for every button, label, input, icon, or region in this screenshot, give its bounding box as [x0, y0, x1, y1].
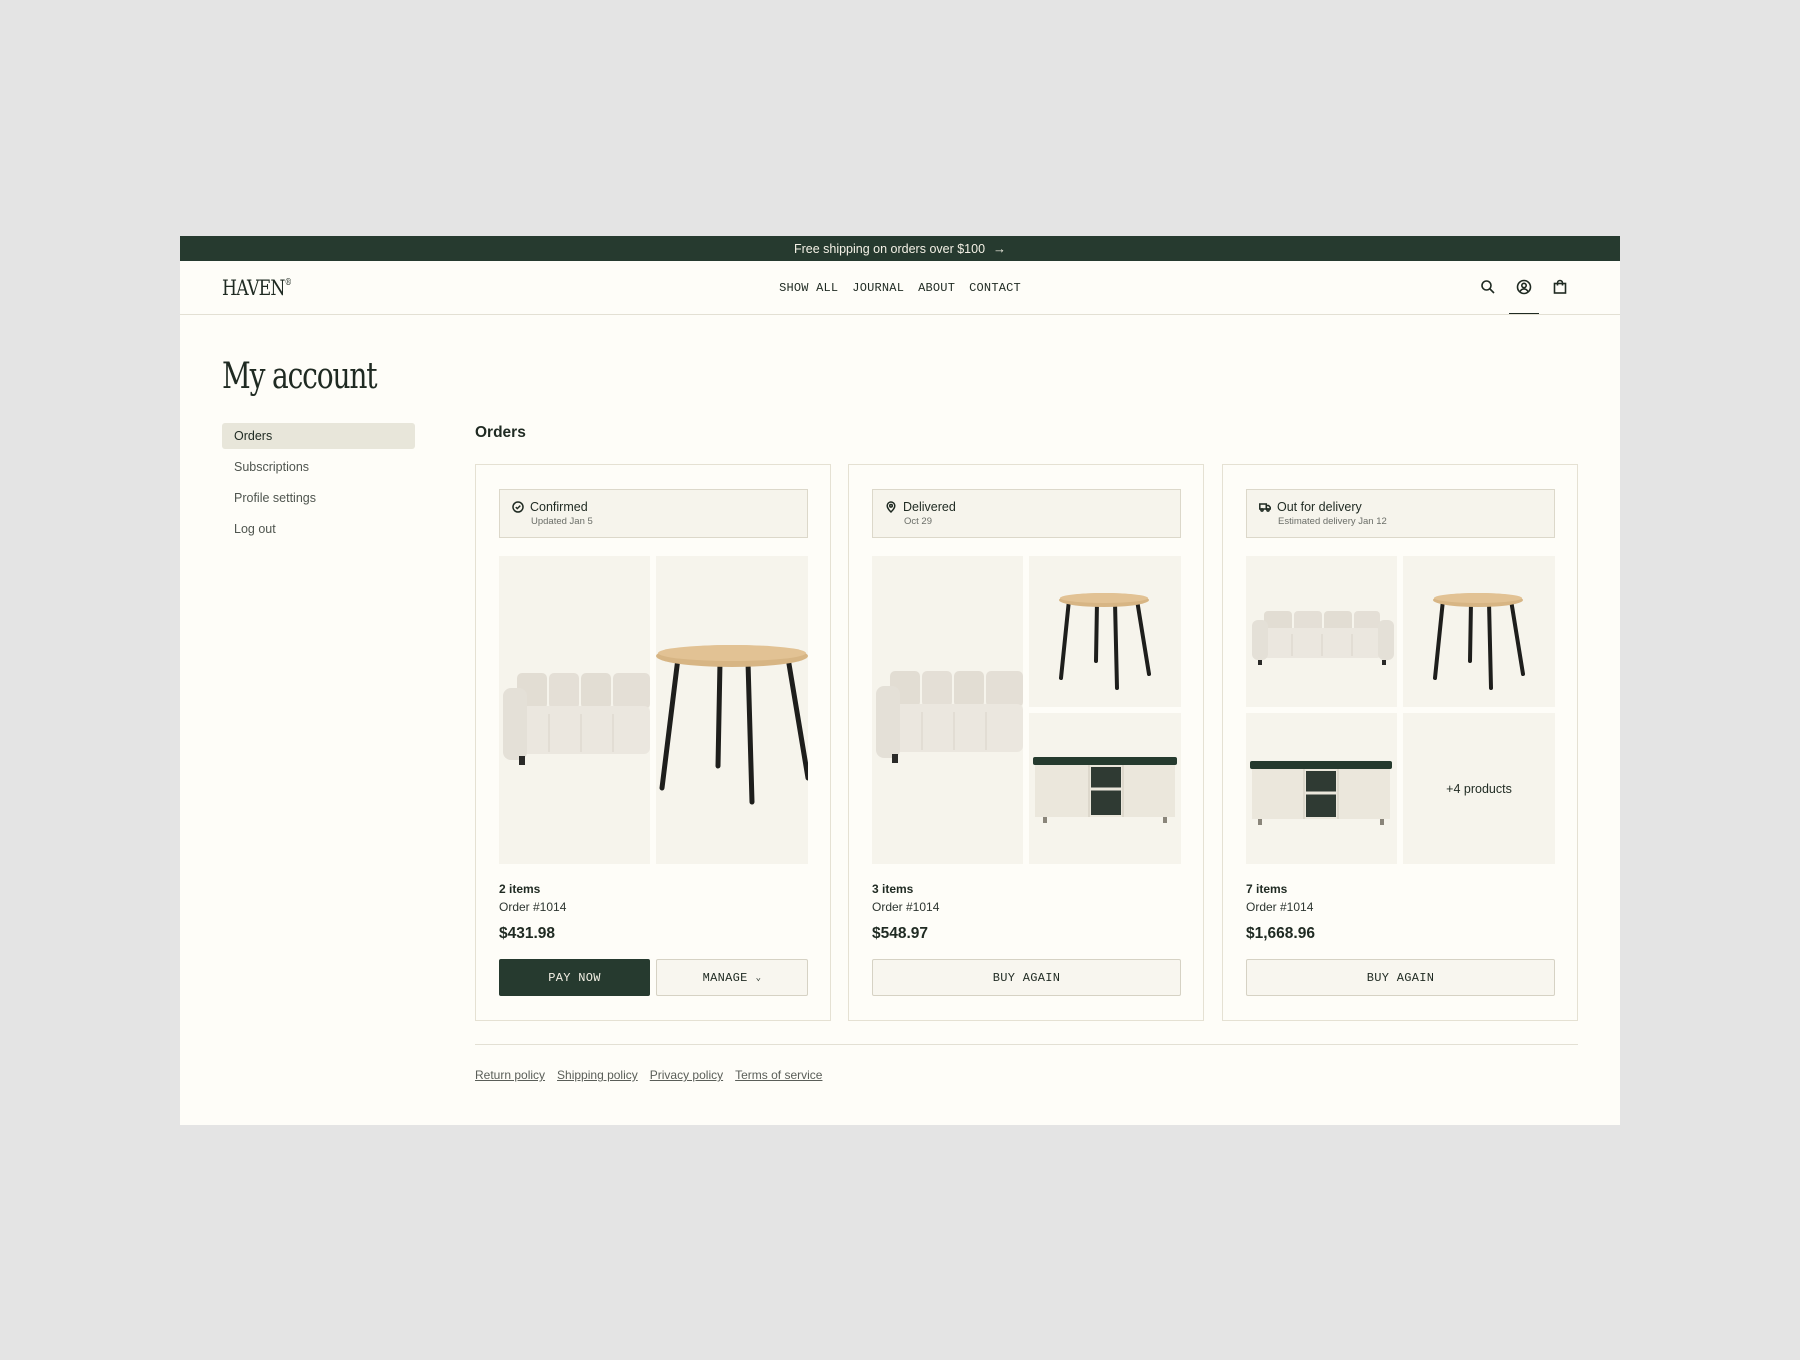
logo-text: HAVEN — [222, 275, 285, 300]
status-date: Updated Jan 5 — [531, 516, 593, 527]
product-image-tv-cabinet[interactable] — [1029, 713, 1181, 864]
product-image-tv-cabinet[interactable] — [1246, 713, 1397, 864]
item-count: 2 items — [499, 882, 541, 896]
order-price: $548.97 — [872, 925, 929, 942]
item-count: 7 items — [1246, 882, 1288, 896]
header-icons — [1478, 277, 1570, 314]
order-status: Delivered Oct 29 — [872, 489, 1181, 538]
item-count: 3 items — [872, 882, 914, 896]
order-status: Confirmed Updated Jan 5 — [499, 489, 808, 538]
logo[interactable]: HAVEN® — [222, 275, 292, 300]
buy-again-label: BUY AGAIN — [992, 970, 1061, 985]
chevron-down-icon: ⌄ — [755, 972, 762, 983]
order-card: Out for delivery Estimated delivery Jan … — [1222, 464, 1578, 1021]
app-window: Free shipping on orders over $100 → HAVE… — [180, 236, 1620, 1125]
product-image-sofa[interactable] — [499, 556, 650, 864]
sidebar-item-subscriptions[interactable]: Subscriptions — [222, 454, 415, 480]
more-products-tile[interactable]: +4 products — [1403, 713, 1555, 864]
privacy-policy-link[interactable]: Privacy policy — [650, 1068, 723, 1082]
logo-mark: ® — [284, 277, 292, 288]
pay-now-label: PAY NOW — [548, 970, 601, 985]
nav-journal[interactable]: JOURNAL — [852, 281, 904, 295]
manage-button[interactable]: MANAGE ⌄ — [656, 959, 808, 996]
sidebar-item-orders[interactable]: Orders — [222, 423, 415, 449]
order-number: Order #1014 — [872, 900, 940, 914]
product-image-round-table[interactable] — [656, 556, 808, 864]
main-nav: SHOW ALL JOURNAL ABOUT CONTACT — [779, 281, 1021, 295]
shipping-policy-link[interactable]: Shipping policy — [557, 1068, 638, 1082]
announcement-bar[interactable]: Free shipping on orders over $100 → — [180, 236, 1620, 261]
account-icon[interactable] — [1509, 277, 1539, 314]
product-images — [499, 556, 808, 864]
buy-again-label: BUY AGAIN — [1366, 970, 1435, 985]
nav-show-all[interactable]: SHOW ALL — [779, 281, 838, 295]
truck-icon — [1259, 503, 1271, 512]
product-image-round-table[interactable] — [1403, 556, 1555, 707]
nav-contact[interactable]: CONTACT — [969, 281, 1021, 295]
buy-again-button[interactable]: BUY AGAIN — [1246, 959, 1555, 996]
terms-of-service-link[interactable]: Terms of service — [735, 1068, 822, 1082]
product-image-sofa[interactable] — [1246, 556, 1397, 707]
order-status: Out for delivery Estimated delivery Jan … — [1246, 489, 1555, 538]
section-title: Orders — [475, 424, 526, 441]
manage-label: MANAGE — [702, 970, 748, 985]
page-title: My account — [222, 356, 378, 397]
location-pin-icon — [886, 501, 896, 513]
search-icon[interactable] — [1478, 277, 1498, 297]
order-card: Delivered Oct 29 3 items Order #1014 $54… — [848, 464, 1204, 1021]
nav-about[interactable]: ABOUT — [918, 281, 955, 295]
footer-divider — [475, 1044, 1578, 1045]
order-number: Order #1014 — [499, 900, 567, 914]
order-summary: 3 items Order #1014 $548.97 — [872, 882, 939, 943]
order-summary: 7 items Order #1014 $1,668.96 — [1246, 882, 1315, 943]
site-header: HAVEN® SHOW ALL JOURNAL ABOUT CONTACT — [180, 261, 1620, 315]
product-images: +4 products — [1246, 556, 1555, 864]
order-number: Order #1014 — [1246, 900, 1314, 914]
status-label: Confirmed — [530, 500, 588, 514]
buy-again-button[interactable]: BUY AGAIN — [872, 959, 1181, 996]
more-products-label: +4 products — [1446, 781, 1512, 796]
arrow-right-icon: → — [993, 241, 1007, 256]
order-summary: 2 items Order #1014 $431.98 — [499, 882, 566, 943]
sidebar-item-profile-settings[interactable]: Profile settings — [222, 485, 415, 511]
status-label: Delivered — [903, 500, 956, 514]
status-label: Out for delivery — [1277, 500, 1362, 514]
sidebar-item-log-out[interactable]: Log out — [222, 516, 415, 542]
status-date: Oct 29 — [904, 516, 932, 527]
product-image-sofa[interactable] — [872, 556, 1023, 864]
product-image-round-table[interactable] — [1029, 556, 1181, 707]
return-policy-link[interactable]: Return policy — [475, 1068, 545, 1082]
footer-links: Return policy Shipping policy Privacy po… — [475, 1068, 822, 1082]
product-images — [872, 556, 1181, 864]
order-card: Confirmed Updated Jan 5 2 items Order #1… — [475, 464, 831, 1021]
check-circle-icon — [512, 501, 524, 513]
bag-icon[interactable] — [1550, 277, 1570, 297]
order-price: $1,668.96 — [1246, 925, 1315, 942]
order-price: $431.98 — [499, 925, 556, 942]
announcement-text: Free shipping on orders over $100 — [793, 241, 986, 256]
pay-now-button[interactable]: PAY NOW — [499, 959, 650, 996]
status-date: Estimated delivery Jan 12 — [1278, 516, 1387, 527]
account-sidebar: Orders Subscriptions Profile settings Lo… — [222, 423, 415, 547]
